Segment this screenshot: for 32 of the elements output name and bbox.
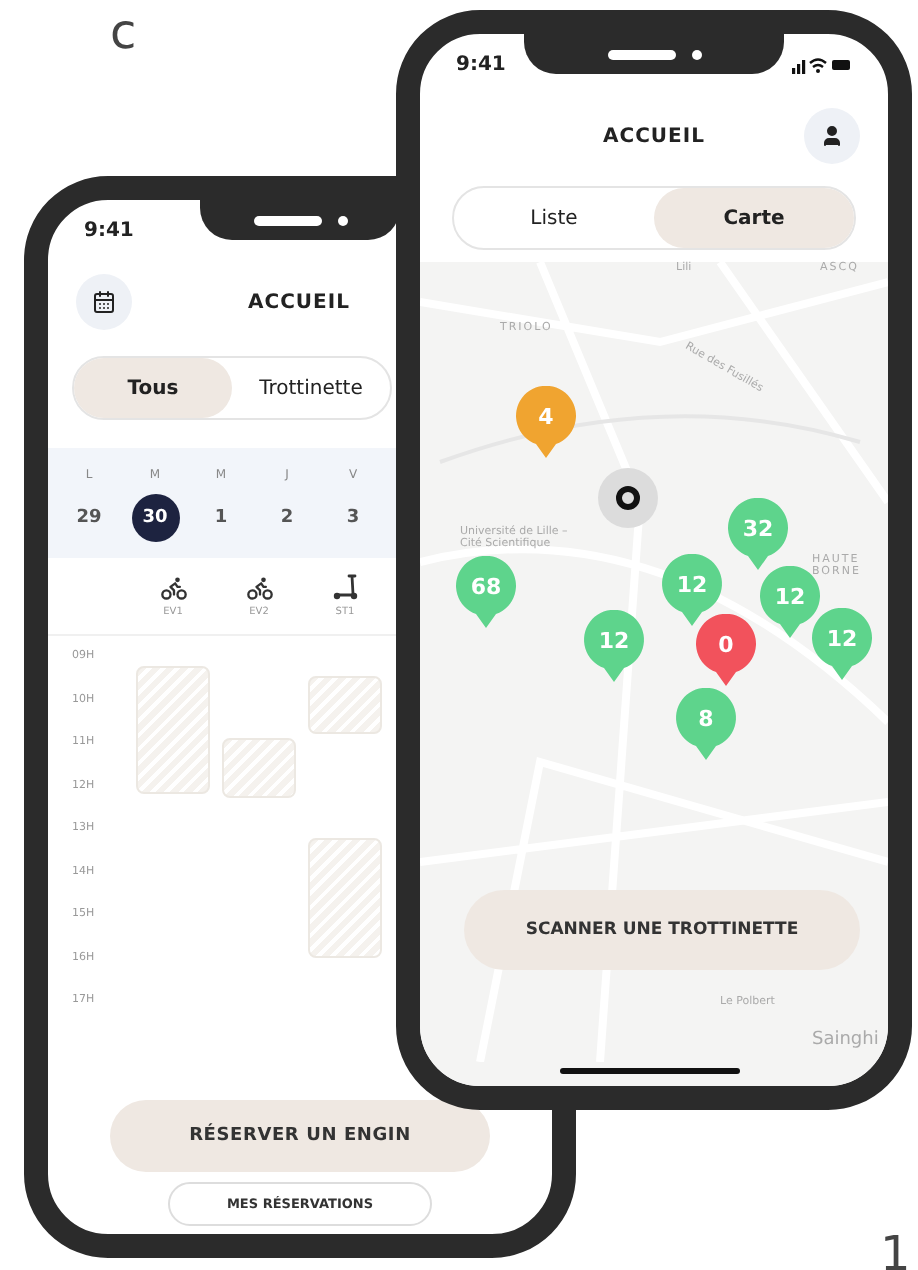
scooter-icon [331, 574, 359, 602]
bike-icon [159, 574, 187, 602]
status-time: 9:41 [456, 53, 506, 75]
view-tab[interactable]: Liste [454, 188, 654, 248]
reserve-button[interactable]: RÉSERVER UN ENGIN [110, 1100, 490, 1172]
day-number[interactable]: 1 [197, 494, 245, 542]
day-number[interactable]: 30 [131, 494, 179, 542]
status-icons [792, 55, 852, 73]
page-number-fragment: 1 [880, 1230, 911, 1270]
day-number[interactable]: 29 [65, 494, 113, 542]
map-pin[interactable]: 0 [696, 614, 756, 686]
filter-tab[interactable]: Trottinette [232, 358, 390, 418]
scan-button[interactable]: SCANNER UNE TROTTINETTE [464, 890, 860, 970]
profile-button[interactable] [804, 108, 860, 164]
status-time: 9:41 [84, 219, 134, 241]
location-marker-icon [598, 468, 658, 528]
person-icon [820, 124, 844, 148]
view-tab[interactable]: Carte [654, 188, 854, 248]
calendar-button[interactable] [76, 274, 132, 330]
booking-block[interactable] [308, 838, 382, 957]
bike-icon [245, 574, 273, 602]
screen-title: ACCUEIL [603, 125, 705, 147]
booking-block[interactable] [136, 666, 210, 794]
booking-block[interactable] [308, 675, 382, 734]
map-label: Sainghi [812, 1030, 879, 1050]
filter-tab[interactable]: Tous [74, 358, 232, 418]
day-number[interactable]: 2 [263, 494, 311, 542]
booking-block[interactable] [222, 737, 296, 798]
screen-title: ACCUEIL [248, 291, 350, 313]
day-number[interactable]: 3 [329, 494, 377, 542]
heading-fragment: c [110, 8, 137, 56]
calendar-icon [92, 290, 116, 314]
